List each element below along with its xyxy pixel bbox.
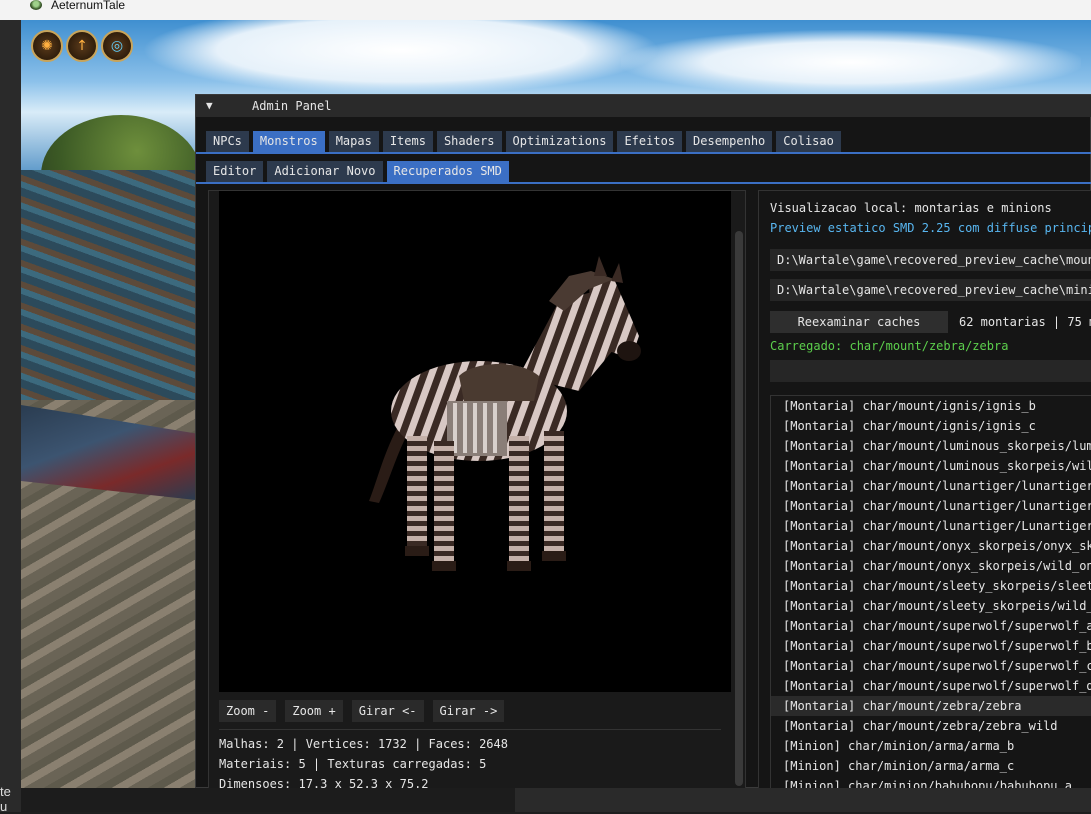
model-preview-pane: Zoom - Zoom + Girar <- Girar -> Malhas: 2 |… [208, 190, 746, 790]
main-tab-bar: NPCs Monstros Mapas Items Shaders Optimizatio… [206, 131, 841, 152]
model-list-item[interactable]: [Montaria] char/mount/superwolf/superwol… [771, 676, 1091, 696]
subtab-recuperados-smd[interactable]: Recuperados SMD [386, 161, 509, 182]
model-list-item[interactable]: [Minion] char/minion/arma/arma_c [771, 756, 1091, 776]
model-list-item[interactable]: [Montaria] char/mount/onyx_skorpeis/onyx… [771, 536, 1091, 556]
model-list-item[interactable]: [Montaria] char/mount/zebra/zebra_wild [771, 716, 1091, 736]
collapse-arrow-icon[interactable]: ▼ [206, 95, 213, 117]
tab-mapas[interactable]: Mapas [328, 131, 379, 152]
browser-heading: Visualizacao local: montarias e minions [770, 201, 1052, 215]
mesh-stats: Malhas: 2 | Vertices: 1732 | Faces: 2648 [219, 737, 508, 751]
model-list-item[interactable]: [Montaria] char/mount/zebra/zebra [771, 696, 1091, 716]
model-list-item[interactable]: [Montaria] char/mount/lunartiger/lunarti… [771, 476, 1091, 496]
background-window-text: te u [0, 784, 11, 814]
tab-optimizations[interactable]: Optimizations [505, 131, 614, 152]
model-list-item[interactable]: [Montaria] char/mount/ignis/ignis_b [771, 396, 1091, 416]
admin-panel-window: ▼ Admin Panel NPCs Monstros Mapas Items Shad… [195, 94, 1091, 790]
background-window-strip: te u [0, 20, 21, 814]
panel-titlebar[interactable]: ▼ Admin Panel [196, 95, 1091, 117]
model-list-item[interactable]: [Montaria] char/mount/sleety_skorpeis/wi… [771, 596, 1091, 616]
sky-cloud [621, 30, 1081, 95]
model-list: [Montaria] char/mount/ignis/ignis_b [Mont… [770, 395, 1091, 790]
tab-efeitos[interactable]: Efeitos [617, 131, 683, 152]
model-list-item[interactable]: [Montaria] char/mount/superwolf/superwol… [771, 636, 1091, 656]
model-list-item[interactable]: [Montaria] char/mount/onyx_skorpeis/wild… [771, 556, 1091, 576]
browser-subheading: Preview estatico SMD 2.25 com diffuse pr… [770, 221, 1091, 235]
model-browser-pane: Visualizacao local: montarias e minions … [758, 190, 1091, 790]
tab-monstros[interactable]: Monstros [252, 131, 325, 152]
panel-title: Admin Panel [252, 99, 332, 113]
model-list-item[interactable]: [Minion] char/minion/arma/arma_b [771, 736, 1091, 756]
zoom-out-button[interactable]: Zoom - [219, 700, 277, 722]
stats-divider [219, 729, 721, 730]
sub-tab-underline [196, 182, 1091, 184]
skill-bar: ✺ ↑ ◎ [31, 30, 133, 62]
tab-desempenho[interactable]: Desempenho [686, 131, 773, 152]
cache-counts: 62 montarias | 75 m [959, 315, 1091, 329]
os-titlebar: AeternumTale [0, 0, 1091, 20]
tab-npcs[interactable]: NPCs [206, 131, 249, 152]
tab-colisao[interactable]: Colisao [776, 131, 841, 152]
model-list-item[interactable]: [Montaria] char/mount/ignis/ignis_c [771, 416, 1091, 436]
target-skill-icon[interactable]: ◎ [101, 30, 133, 62]
model-list-item[interactable]: [Montaria] char/mount/superwolf/superwol… [771, 656, 1091, 676]
subtab-adicionar-novo[interactable]: Adicionar Novo [267, 161, 383, 182]
zebra-model-render [369, 256, 641, 571]
rotate-left-button[interactable]: Girar <- [351, 700, 424, 722]
taskbar-left [21, 788, 515, 812]
model-list-item[interactable]: [Montaria] char/mount/lunartiger/Lunarti… [771, 516, 1091, 536]
model-preview-viewport[interactable] [219, 191, 731, 692]
rotate-right-button[interactable]: Girar -> [432, 700, 505, 722]
loaded-model-status: Carregado: char/mount/zebra/zebra [770, 339, 1009, 353]
mount-cache-path-field[interactable]: D:\Wartale\game\recovered_preview_cache\… [770, 249, 1091, 271]
main-tab-underline [196, 152, 1091, 154]
taskbar [515, 788, 1091, 812]
material-stats: Materiais: 5 | Texturas carregadas: 5 [219, 757, 487, 771]
sub-tab-bar: Editor Adicionar Novo Recuperados SMD [206, 161, 509, 182]
tab-items[interactable]: Items [382, 131, 433, 152]
app-icon [30, 0, 42, 10]
minion-cache-path-field[interactable]: D:\Wartale\game\recovered_preview_cache\… [770, 279, 1091, 301]
filter-input[interactable] [770, 360, 1091, 382]
subtab-editor[interactable]: Editor [206, 161, 264, 182]
preview-scrollbar[interactable] [735, 231, 743, 786]
arrow-skill-icon[interactable]: ↑ [66, 30, 98, 62]
sky-cloud [141, 20, 661, 95]
model-list-item[interactable]: [Montaria] char/mount/superwolf/superwol… [771, 616, 1091, 636]
model-list-item[interactable]: [Montaria] char/mount/lunartiger/lunarti… [771, 496, 1091, 516]
model-list-item[interactable]: [Montaria] char/mount/sleety_skorpeis/sl… [771, 576, 1091, 596]
app-title: AeternumTale [51, 0, 126, 12]
view-controls: Zoom - Zoom + Girar <- Girar -> [219, 700, 505, 722]
tab-shaders[interactable]: Shaders [436, 131, 502, 152]
model-list-item[interactable]: [Montaria] char/mount/luminous_skorpeis/… [771, 436, 1091, 456]
scene-town [21, 170, 196, 430]
fire-skill-icon[interactable]: ✺ [31, 30, 63, 62]
zoom-in-button[interactable]: Zoom + [285, 700, 343, 722]
rescan-caches-button[interactable]: Reexaminar caches [770, 311, 948, 333]
model-list-item[interactable]: [Montaria] char/mount/luminous_skorpeis/… [771, 456, 1091, 476]
